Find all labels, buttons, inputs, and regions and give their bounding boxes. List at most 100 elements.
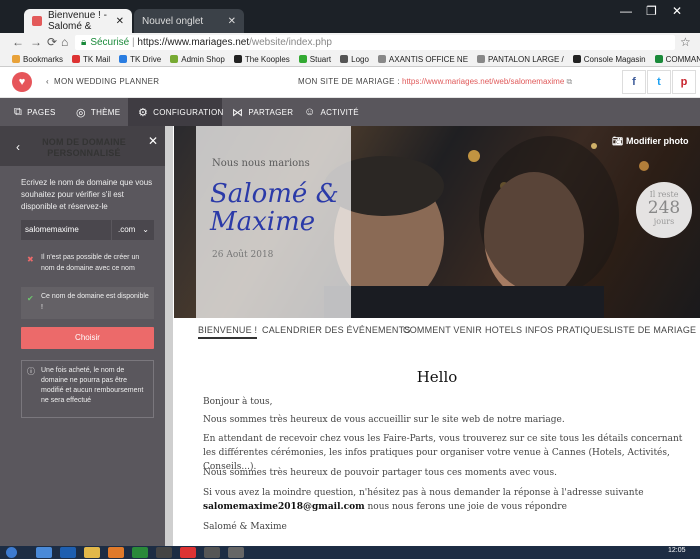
hero-subtitle: Nous nous marions	[212, 158, 310, 169]
tool-pages[interactable]: ⧉ PAGES	[0, 98, 66, 126]
bookmark-item[interactable]: PANTALON LARGE /	[477, 55, 564, 64]
bookmark-label: Console Magasin	[583, 54, 646, 64]
countdown-value: 248	[647, 198, 681, 218]
edge-icon[interactable]	[60, 547, 76, 558]
bookmark-item[interactable]: AXANTIS OFFICE NE	[377, 55, 468, 64]
bookmark-item[interactable]: Console Magasin	[572, 54, 646, 64]
modify-photo-button[interactable]: 📷︎ Modifier photo	[612, 136, 688, 147]
couple-names: Salomé & Maxime	[210, 179, 339, 237]
bookmark-item[interactable]: TK Mail	[72, 55, 110, 64]
bookmark-icon	[298, 55, 307, 63]
contact-text: Si vous avez la moindre question, n'hési…	[203, 488, 644, 498]
browser-tab-active[interactable]: Bienvenue ! - Salomé & ✕	[24, 9, 132, 33]
tab-title: Bienvenue ! - Salomé &	[48, 10, 107, 32]
page-heading: Hello	[416, 368, 458, 386]
app-icon[interactable]	[156, 547, 172, 558]
tool-share[interactable]: ⋈ PARTAGER	[222, 98, 294, 126]
url-path: /website/index.php	[249, 37, 332, 48]
tld-select[interactable]: .com ⌄	[112, 220, 154, 240]
choose-button[interactable]: Choisir	[21, 327, 154, 349]
bookmark-item[interactable]: Admin Shop	[170, 55, 225, 64]
tld-value: .com	[118, 225, 136, 234]
site-url-link[interactable]: https://www.mariages.net/web/salomemaxim…	[402, 77, 572, 87]
info-icon: ⓘ	[27, 367, 35, 376]
windows-taskbar	[0, 546, 700, 559]
sidebar-intro: Ecrivez le nom de domaine que vous souha…	[21, 178, 153, 211]
bookmark-item[interactable]: Bookmarks	[12, 55, 63, 64]
domain-error-message: ✖ Il n'est pas possible de créer un nom …	[21, 248, 154, 280]
bookmark-item[interactable]: Logo	[340, 55, 369, 64]
camera-icon: 📷︎	[612, 136, 624, 146]
error-x-icon: ✖	[27, 255, 34, 264]
close-tab-icon[interactable]: ✕	[228, 16, 236, 27]
forward-arrow-icon[interactable]: →	[30, 33, 42, 52]
browser-tab-new[interactable]: Nouvel onglet ✕	[134, 9, 244, 33]
nav-hotels[interactable]: HOTELS	[485, 325, 522, 335]
app-icon[interactable]	[228, 547, 244, 558]
bookmarks-bar: Bookmarks TK Mail TK Drive Admin Shop The Ko…	[0, 52, 700, 67]
bookmark-icon	[233, 55, 242, 63]
wedding-planner-link[interactable]: ‹ MON WEDDING PLANNER	[46, 77, 159, 86]
bookmark-item[interactable]: TK Drive	[119, 55, 161, 64]
site-label: MON SITE DE MARIAGE :	[298, 77, 400, 86]
bookmark-label: TK Drive	[130, 54, 162, 64]
tool-theme[interactable]: ◎ THÈME	[66, 98, 128, 126]
app-icon[interactable]	[204, 547, 220, 558]
external-link-icon: ⧉	[566, 77, 573, 86]
bookmark-label: COMMANDES EXCE	[665, 54, 700, 64]
nav-registry[interactable]: LISTE DE MARIAGE	[609, 325, 696, 335]
back-arrow-icon[interactable]: ←	[12, 33, 24, 52]
wedding-favicon-icon	[32, 16, 42, 26]
star-icon[interactable]: ☆	[680, 33, 691, 52]
heart-logo-icon[interactable]: ♥	[12, 72, 32, 92]
bookmark-item[interactable]: COMMANDES EXCE	[654, 54, 700, 64]
pinterest-icon[interactable]: p	[672, 70, 696, 94]
maximize-icon[interactable]: ❐	[646, 4, 657, 18]
tool-label: CONFIGURATION	[153, 107, 224, 117]
bookmark-item[interactable]: Stuart	[298, 55, 331, 64]
nav-calendar[interactable]: CALENDRIER DES ÉVÉNEMENTS	[262, 325, 411, 335]
error-text: Il n'est pas possible de créer un nom de…	[41, 254, 140, 272]
close-icon[interactable]: ✕	[148, 134, 158, 148]
excel-icon[interactable]	[132, 547, 148, 558]
bookmark-item[interactable]: The Kooples	[233, 55, 290, 64]
domain-input[interactable]: salomemaxime	[21, 220, 111, 240]
bookmark-icon	[477, 55, 486, 63]
tool-configuration[interactable]: ⚙ CONFIGURATION	[128, 98, 224, 126]
close-tab-icon[interactable]: ✕	[116, 16, 124, 27]
refund-info-box: ⓘ Une fois acheté, le nom de domaine ne …	[21, 360, 154, 418]
chevron-left-icon[interactable]: ‹	[16, 140, 20, 154]
user-icon: ☺	[304, 106, 316, 118]
tool-activity[interactable]: ☺ ACTIVITÉ	[294, 98, 366, 126]
site-url-text: https://www.mariages.net/web/salomemaxim…	[402, 77, 565, 86]
available-text: Ce nom de domaine est disponible !	[41, 293, 149, 311]
gear-icon: ⚙	[138, 106, 149, 119]
reload-icon[interactable]: ⟳	[47, 33, 57, 52]
chevron-left-icon: ‹	[46, 77, 49, 86]
close-window-icon[interactable]: ✕	[672, 4, 682, 18]
minimize-icon[interactable]: —	[620, 4, 632, 18]
tab-title: Nouvel onglet	[142, 15, 204, 27]
bookmark-icon	[572, 55, 581, 63]
chrome-icon[interactable]	[180, 547, 196, 558]
facebook-icon[interactable]: f	[622, 70, 646, 94]
home-icon[interactable]: ⌂	[61, 33, 68, 52]
share-icon: ⋈	[232, 106, 244, 119]
contact-email: salomemaxime2018@gmail.com	[203, 502, 365, 512]
url-input[interactable]: 🔒︎ Sécurisé | https://www.mariages.net/we…	[75, 35, 675, 50]
bookmark-icon	[12, 55, 20, 63]
nav-practical-info[interactable]: INFOS PRATIQUES	[525, 325, 609, 335]
vlc-icon[interactable]	[108, 547, 124, 558]
info-text: Une fois acheté, le nom de domaine ne po…	[41, 367, 144, 404]
scrollbar[interactable]	[165, 126, 173, 546]
contact-paragraph: Si vous avez la moindre question, n'hési…	[203, 486, 683, 514]
nav-welcome[interactable]: BIENVENUE !	[198, 325, 258, 339]
folder-icon[interactable]	[84, 547, 100, 558]
contact-text-end: nous nous ferons une joie de vous répond…	[364, 502, 567, 512]
start-icon[interactable]	[6, 547, 17, 558]
twitter-icon[interactable]: t	[647, 70, 671, 94]
bookmark-icon	[340, 55, 349, 63]
bookmark-label: PANTALON LARGE /	[488, 54, 564, 64]
nav-directions[interactable]: COMMENT VENIR	[403, 325, 482, 335]
ie-icon[interactable]	[36, 547, 52, 558]
